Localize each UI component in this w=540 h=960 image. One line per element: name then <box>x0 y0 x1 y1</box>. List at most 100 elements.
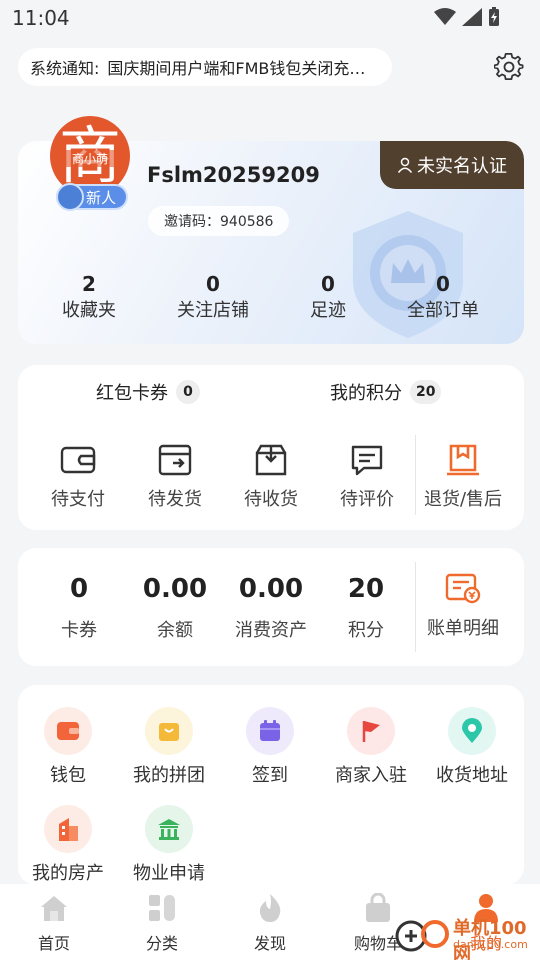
tool-label: 签到 <box>252 765 288 786</box>
comment-icon <box>351 445 383 476</box>
stat-label: 收藏夹 <box>62 300 116 321</box>
return-icon <box>447 444 479 476</box>
coupons-link[interactable]: 红包卡券 0 <box>96 379 200 405</box>
asset-value: 20 <box>347 574 385 604</box>
notice-label: 系统通知: <box>30 59 100 78</box>
tab-home[interactable]: 首页 <box>4 892 104 954</box>
stat-footprint[interactable]: 0 足迹 <box>268 270 388 324</box>
tool-group-buy[interactable]: 我的拼团 <box>119 707 219 787</box>
tool-label: 商家入驻 <box>335 765 407 786</box>
stat-value: 0 <box>206 272 220 296</box>
bank-icon <box>145 805 193 853</box>
asset-value: 0 <box>69 574 89 604</box>
stat-label: 关注店铺 <box>177 300 249 321</box>
person-icon <box>397 157 413 173</box>
tab-label: 分类 <box>145 934 178 953</box>
points-label: 我的积分 <box>330 383 402 404</box>
box-send-icon <box>158 444 192 476</box>
tool-wallet[interactable]: 钱包 <box>18 707 118 787</box>
watermark-logo-icon <box>395 920 449 952</box>
points-count: 20 <box>410 380 442 404</box>
asset-label: 余额 <box>157 620 193 641</box>
status-time: 11:04 <box>12 6 70 30</box>
bill-icon <box>445 573 481 604</box>
cart-bag-icon <box>361 892 395 924</box>
new-badge-label: 新人 <box>85 188 116 207</box>
wallet-icon <box>44 707 92 755</box>
asset-balance[interactable]: 0.00 余额 <box>125 572 225 642</box>
order-returns[interactable]: 退货/售后 <box>415 443 511 511</box>
tool-property[interactable]: 我的房产 <box>18 805 118 885</box>
tool-label: 钱包 <box>50 765 86 786</box>
tab-label: 发现 <box>253 934 286 953</box>
watermark-url: danji100.com <box>453 938 528 951</box>
asset-cards[interactable]: 0 卡券 <box>29 572 129 642</box>
status-icons <box>434 7 500 27</box>
tool-address[interactable]: 收货地址 <box>422 707 522 787</box>
discover-flame-icon <box>253 892 287 924</box>
asset-consumption[interactable]: 0.00 消费资产 <box>221 572 321 642</box>
order-label: 待评价 <box>340 489 394 510</box>
profile-stats: 2 收藏夹 0 关注店铺 0 足迹 0 全部订单 <box>18 270 524 330</box>
asset-label: 卡券 <box>61 620 97 641</box>
stat-all-orders[interactable]: 0 全部订单 <box>383 270 503 324</box>
home-icon <box>37 892 71 924</box>
tab-discover[interactable]: 发现 <box>220 892 320 954</box>
flag-icon <box>347 707 395 755</box>
notice-message: 国庆期间用户端和FMB钱包关闭充值入口的通知 <box>107 59 380 78</box>
asset-value: 0.00 <box>142 574 208 604</box>
stat-label: 足迹 <box>310 300 346 321</box>
signal-icon <box>462 8 482 26</box>
invite-code[interactable]: 邀请码：940586 <box>148 206 290 236</box>
username: Fslm20259209 <box>147 163 320 187</box>
verify-label: 未实名认证 <box>417 156 507 177</box>
category-icon <box>145 892 179 924</box>
stat-label: 全部订单 <box>407 300 479 321</box>
assets-card: 0 卡券 0.00 余额 0.00 消费资产 20 积分 账单明细 <box>18 548 524 666</box>
tool-merchant-join[interactable]: 商家入驻 <box>321 707 421 787</box>
order-label: 待支付 <box>51 489 105 510</box>
stat-value: 0 <box>321 272 335 296</box>
order-pending-receipt[interactable]: 待收货 <box>223 443 319 511</box>
verify-identity-button[interactable]: 未实名认证 <box>380 141 524 189</box>
calendar-icon <box>246 707 294 755</box>
tool-property-apply[interactable]: 物业申请 <box>119 805 219 885</box>
wallet-icon <box>60 446 96 474</box>
stat-value: 0 <box>436 272 450 296</box>
asset-points[interactable]: 20 积分 <box>316 572 416 642</box>
site-watermark: 单机100网 danji100.com <box>395 910 540 960</box>
badge-emblem-icon <box>56 183 84 211</box>
location-pin-icon <box>448 707 496 755</box>
tool-label: 物业申请 <box>133 863 205 884</box>
system-notice[interactable]: 系统通知: 国庆期间用户端和FMB钱包关闭充值入口的通知 <box>18 48 392 86</box>
order-pending-review[interactable]: 待评价 <box>319 443 415 511</box>
shopping-bag-icon <box>145 707 193 755</box>
bill-details-button[interactable]: 账单明细 <box>415 572 511 640</box>
order-pending-payment[interactable]: 待支付 <box>30 443 126 511</box>
tab-category[interactable]: 分类 <box>112 892 212 954</box>
building-icon <box>44 805 92 853</box>
package-receive-icon <box>255 444 287 476</box>
asset-label: 积分 <box>348 620 384 641</box>
battery-icon <box>489 7 499 26</box>
bill-label: 账单明细 <box>427 618 499 639</box>
order-label: 退货/售后 <box>423 489 503 510</box>
settings-gear-icon[interactable] <box>494 52 524 82</box>
tool-label: 收货地址 <box>436 765 508 786</box>
order-pending-shipment[interactable]: 待发货 <box>127 443 223 511</box>
orders-card: 红包卡券 0 我的积分 20 待支付 待发货 待收货 待评价 退货/售后 <box>18 365 524 530</box>
coupons-count: 0 <box>176 380 200 404</box>
points-link[interactable]: 我的积分 20 <box>330 379 442 405</box>
asset-value: 0.00 <box>238 574 304 604</box>
stat-followed-shops[interactable]: 0 关注店铺 <box>153 270 273 324</box>
coupons-label: 红包卡券 <box>96 383 168 404</box>
wifi-icon <box>434 8 456 25</box>
stat-value: 2 <box>82 272 96 296</box>
tool-label: 我的房产 <box>32 863 104 884</box>
tool-check-in[interactable]: 签到 <box>220 707 320 787</box>
order-label: 待收货 <box>244 489 298 510</box>
order-label: 待发货 <box>148 489 202 510</box>
avatar-brand: 商小萌 <box>58 150 122 167</box>
stat-favorites[interactable]: 2 收藏夹 <box>29 270 149 324</box>
watermark-title: 单机100网 <box>453 918 527 960</box>
